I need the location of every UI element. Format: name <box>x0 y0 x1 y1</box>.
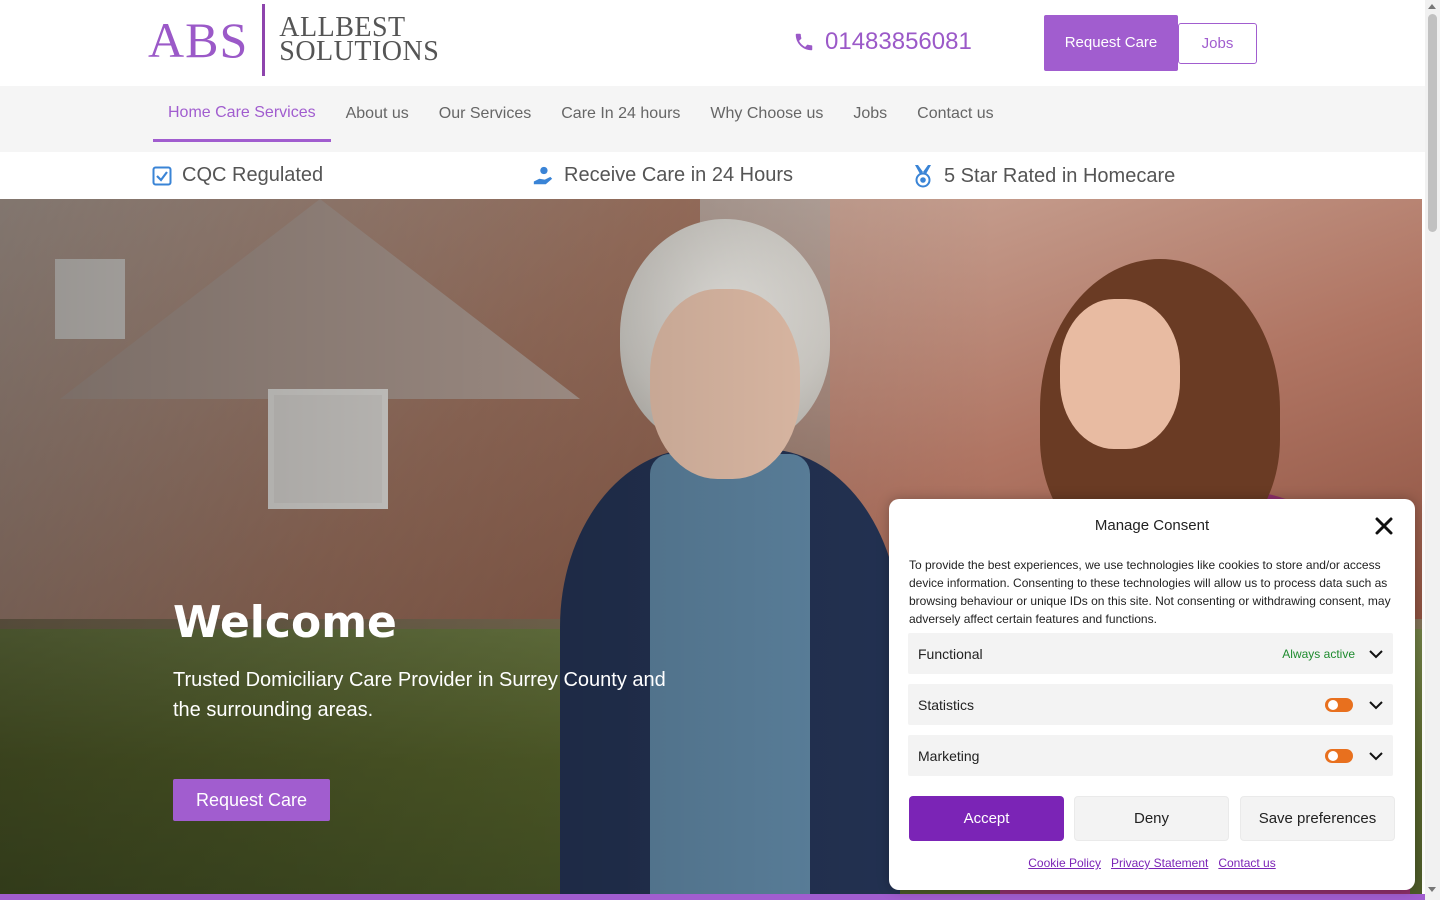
consent-category-statistics[interactable]: Statistics <box>908 684 1393 725</box>
scroll-thumb[interactable] <box>1428 14 1437 232</box>
marketing-toggle[interactable] <box>1325 748 1353 763</box>
nav-item-contact-us[interactable]: Contact us <box>902 86 1008 142</box>
statistics-toggle[interactable] <box>1325 697 1353 712</box>
logo-line-2: SOLUTIONS <box>279 36 440 67</box>
always-active-badge: Always active <box>1282 646 1355 661</box>
site-logo[interactable]: ABS ALLBEST SOLUTIONS <box>148 4 439 76</box>
page-scrollbar[interactable] <box>1425 0 1440 900</box>
consent-title: Manage Consent <box>1094 517 1210 534</box>
hero-subtitle: Trusted Domiciliary Care Provider in Sur… <box>173 669 666 721</box>
feature-24-hours: Receive Care in 24 Hours <box>532 164 793 187</box>
logo-wordmark: ALLBEST SOLUTIONS <box>279 14 440 67</box>
scroll-down-arrow-icon[interactable] <box>1428 887 1436 892</box>
feature-label: Receive Care in 24 Hours <box>564 164 793 186</box>
feature-label: 5 Star Rated in Homecare <box>944 164 1176 187</box>
main-nav: Home Care Services About us Our Services… <box>0 86 1425 152</box>
site-header: ABS ALLBEST SOLUTIONS 01483856081 Reques… <box>0 0 1425 86</box>
jobs-button[interactable]: Jobs <box>1178 23 1257 64</box>
chevron-down-icon[interactable] <box>1369 698 1383 712</box>
chevron-down-icon[interactable] <box>1369 647 1383 661</box>
category-label: Functional <box>918 645 983 662</box>
nav-item-about-us[interactable]: About us <box>331 86 424 142</box>
consent-category-marketing[interactable]: Marketing <box>908 735 1393 776</box>
logo-divider <box>262 4 266 76</box>
consent-description: To provide the best experiences, we use … <box>909 558 1391 626</box>
phone-link[interactable]: 01483856081 <box>793 28 972 56</box>
consent-category-functional[interactable]: Functional Always active <box>908 633 1393 674</box>
phone-number: 01483856081 <box>825 28 972 55</box>
features-bar: CQC Regulated Receive Care in 24 Hours 5… <box>0 152 1425 199</box>
nav-item-home-care-services[interactable]: Home Care Services <box>153 86 331 142</box>
accept-button[interactable]: Accept <box>909 796 1064 841</box>
consent-dialog: Manage Consent To provide the best exper… <box>889 499 1415 890</box>
deny-button[interactable]: Deny <box>1074 796 1229 841</box>
footer-accent-strip <box>0 894 1425 900</box>
close-icon[interactable] <box>1375 517 1393 535</box>
category-label: Marketing <box>918 747 980 764</box>
hero-request-care-button[interactable]: Request Care <box>173 779 330 821</box>
request-care-button[interactable]: Request Care <box>1044 15 1178 71</box>
scroll-up-arrow-icon[interactable] <box>1428 4 1436 9</box>
hero-title: Welcome <box>173 597 397 648</box>
nav-item-jobs[interactable]: Jobs <box>838 86 902 142</box>
feature-cqc: CQC Regulated <box>152 164 323 187</box>
logo-abs: ABS <box>148 12 249 68</box>
cookie-policy-link[interactable]: Cookie Policy <box>1028 856 1101 870</box>
chevron-down-icon[interactable] <box>1369 749 1383 763</box>
feature-label: CQC Regulated <box>182 164 324 186</box>
nav-item-our-services[interactable]: Our Services <box>424 86 546 142</box>
contact-us-link[interactable]: Contact us <box>1218 856 1275 870</box>
care-hand-icon <box>533 166 553 184</box>
privacy-statement-link[interactable]: Privacy Statement <box>1111 856 1208 870</box>
feature-5-star: 5 Star Rated in Homecare <box>912 164 1175 188</box>
nav-item-care-in-24-hours[interactable]: Care In 24 hours <box>546 86 695 142</box>
medal-icon <box>915 165 931 188</box>
save-preferences-button[interactable]: Save preferences <box>1240 796 1395 841</box>
consent-links: Cookie Policy Privacy Statement Contact … <box>889 856 1415 870</box>
nav-item-why-choose-us[interactable]: Why Choose us <box>695 86 838 142</box>
phone-icon <box>795 33 813 51</box>
category-label: Statistics <box>918 696 975 713</box>
checkbox-icon <box>152 166 172 185</box>
